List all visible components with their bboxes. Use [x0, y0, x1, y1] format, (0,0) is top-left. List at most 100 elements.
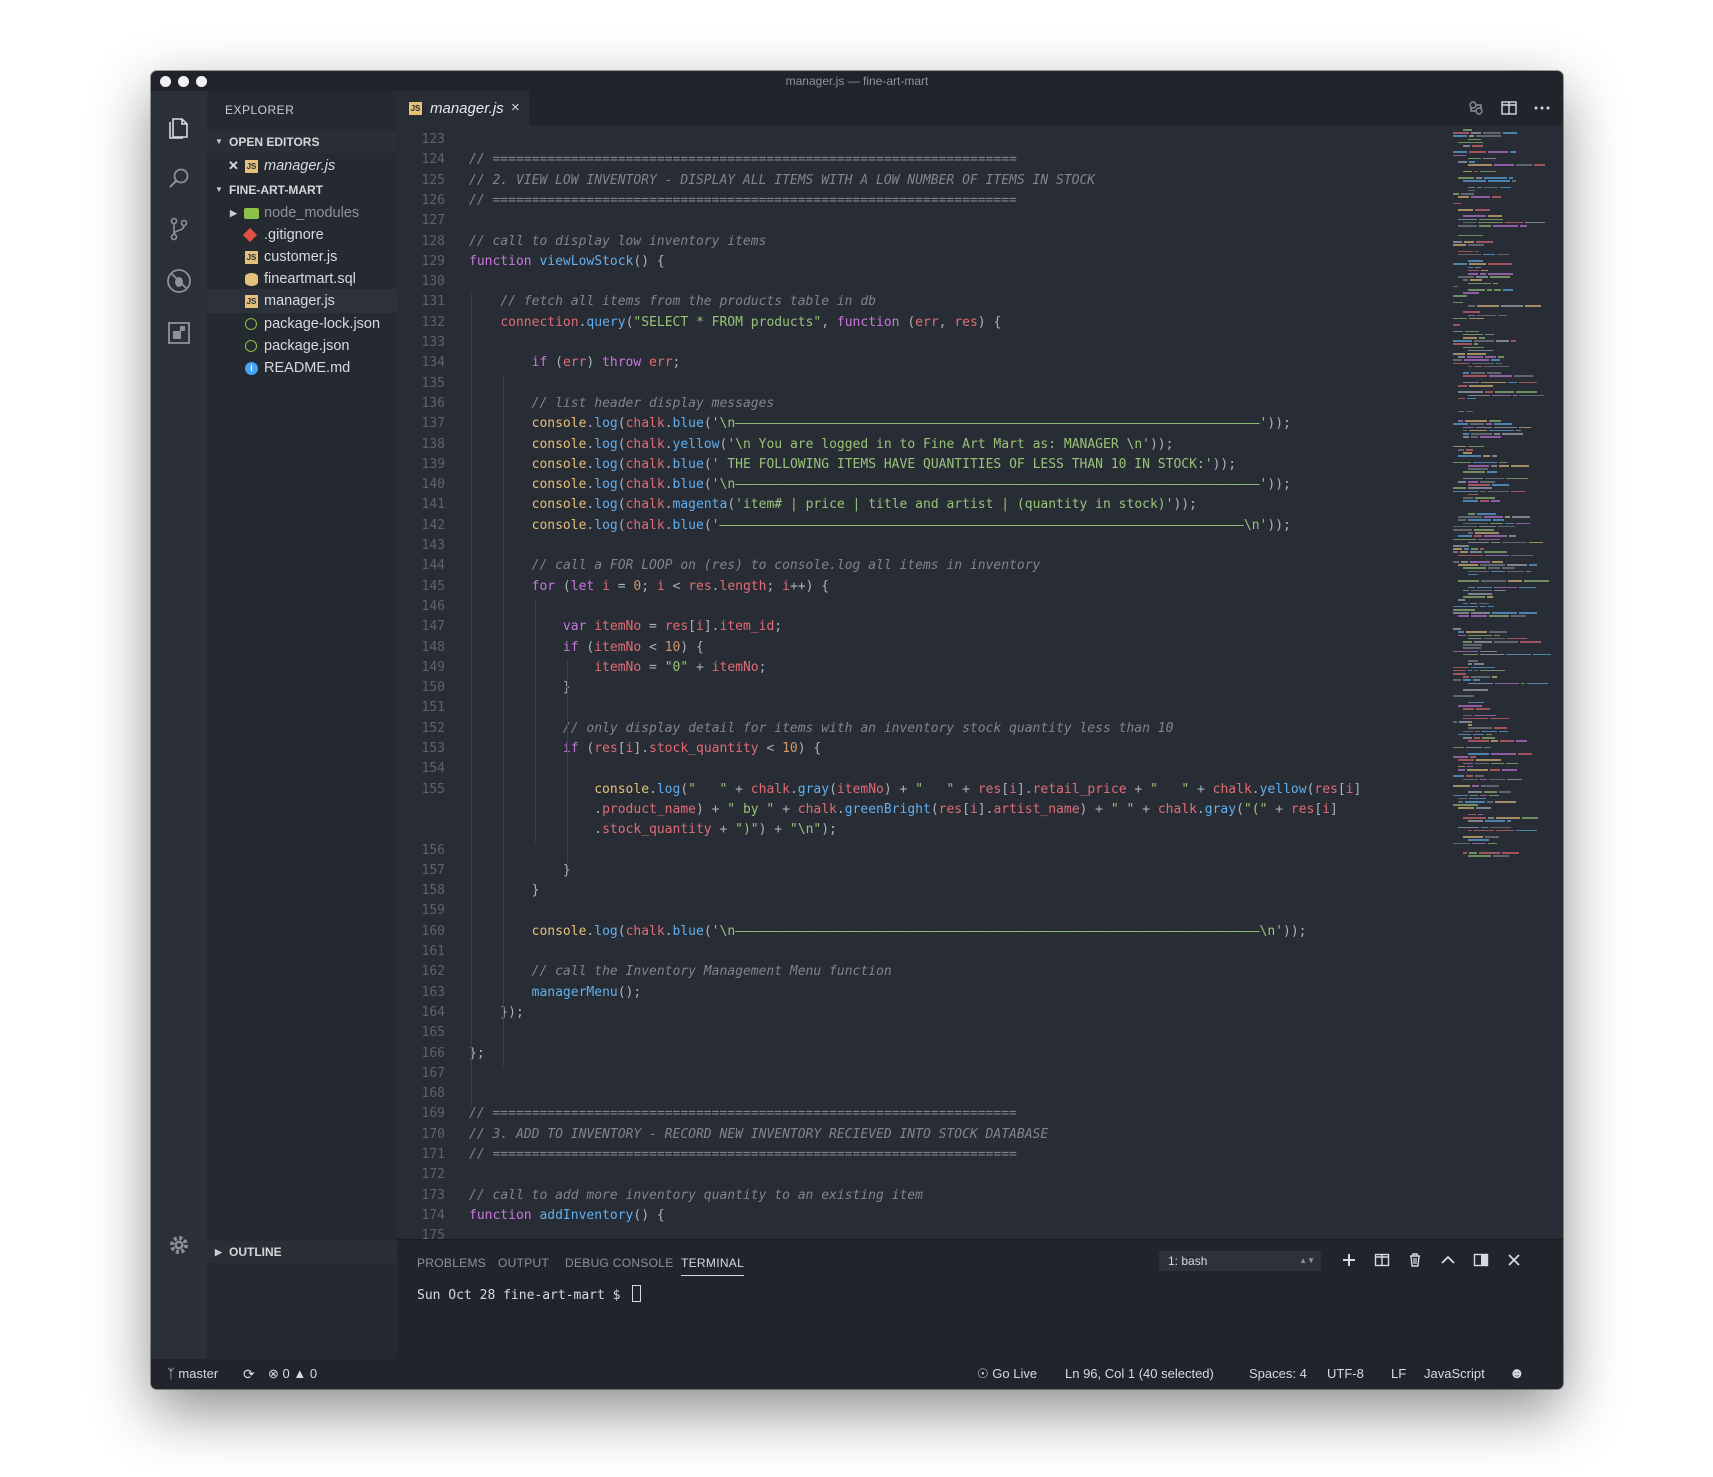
- minimap-line: [1473, 461, 1497, 464]
- debug-icon[interactable]: [165, 267, 193, 295]
- minimap-line: [1463, 215, 1486, 217]
- close-icon[interactable]: ✕: [227, 154, 240, 173]
- source-control-icon[interactable]: [165, 215, 193, 243]
- maximize-window-button[interactable]: [196, 76, 207, 87]
- minimap-line: [1477, 513, 1496, 515]
- line-number: 151: [421, 700, 445, 716]
- minimap-line: [1458, 161, 1467, 163]
- tree-item-node-modules[interactable]: ▶ node_modules: [207, 201, 397, 225]
- minimap-line: [1463, 762, 1473, 765]
- tab-debug-console[interactable]: DEBUG CONSOLE: [565, 1256, 674, 1270]
- chevron-up-icon[interactable]: [1440, 1252, 1456, 1268]
- minimize-window-button[interactable]: [178, 76, 189, 87]
- tree-item-customer-js[interactable]: JS customer.js: [207, 245, 397, 269]
- minimap-line: [1468, 445, 1484, 448]
- minimap-line: [1458, 225, 1477, 227]
- minimap-line: [1478, 221, 1503, 224]
- code-line: console.log(" " + chalk.gray(itemNo) + "…: [594, 781, 1362, 797]
- code-line: console.log(chalk.blue('\n——————————————…: [531, 477, 1291, 493]
- encoding[interactable]: UTF-8: [1327, 1359, 1364, 1389]
- terminal-select[interactable]: 1: bash ▲▼: [1159, 1251, 1321, 1271]
- project-section[interactable]: ▼ FINE-ART-MART: [207, 179, 397, 201]
- tree-item-fineartmart-sql[interactable]: fineartmart.sql: [207, 267, 397, 291]
- tree-item-gitignore[interactable]: .gitignore: [207, 223, 397, 247]
- code-editor[interactable]: 123 124 // ===============================…: [397, 125, 1563, 1239]
- tree-item-readme-md[interactable]: i README.md: [207, 356, 397, 380]
- more-actions-icon[interactable]: [1533, 99, 1551, 117]
- go-live-button[interactable]: ☉ Go Live: [977, 1359, 1037, 1389]
- minimap-line: [1506, 762, 1518, 765]
- tab-terminal[interactable]: TERMINAL: [681, 1256, 745, 1276]
- problems-status[interactable]: ⊗ 0 ▲ 0: [268, 1359, 317, 1389]
- outline-section[interactable]: ▶ OUTLINE: [207, 1241, 397, 1263]
- feedback-smiley-icon[interactable]: ☻: [1509, 1359, 1525, 1389]
- tab-output[interactable]: OUTPUT: [498, 1256, 549, 1270]
- line-ending[interactable]: LF: [1391, 1359, 1406, 1389]
- panel-layout-icon[interactable]: [1473, 1252, 1489, 1268]
- minimap-line: [1492, 612, 1517, 614]
- tab-manager-js[interactable]: JS manager.js ×: [397, 91, 529, 125]
- minimap-line: [1509, 535, 1516, 537]
- files-icon[interactable]: [165, 113, 193, 141]
- minimap-line: [1495, 391, 1514, 393]
- minimap-line: [1453, 324, 1460, 326]
- minimap-line: [1469, 161, 1475, 163]
- minimap-line: [1468, 701, 1484, 704]
- code-line: }: [469, 862, 571, 878]
- split-terminal-icon[interactable]: [1374, 1252, 1390, 1268]
- sync-icon[interactable]: ⟳: [243, 1359, 255, 1389]
- minimap-line: [1511, 615, 1526, 617]
- search-icon[interactable]: [165, 165, 193, 193]
- minimap-line: [1476, 708, 1490, 710]
- minimap-line: [1458, 807, 1474, 809]
- code-line: for (let i = 0; i < res.length; i++) {: [531, 578, 830, 594]
- tree-item-manager-js[interactable]: JS manager.js: [207, 289, 397, 313]
- new-terminal-icon[interactable]: [1341, 1252, 1357, 1268]
- tab-problems[interactable]: PROBLEMS: [417, 1256, 486, 1270]
- trash-icon[interactable]: [1407, 1252, 1423, 1268]
- code-line: console.log(chalk.blue(' THE FOLLOWING I…: [531, 456, 1237, 472]
- open-editor-item[interactable]: ✕ JS manager.js: [207, 154, 397, 178]
- close-panel-icon[interactable]: [1506, 1252, 1522, 1268]
- minimap-line: [1480, 778, 1487, 781]
- minimap-line: [1453, 353, 1465, 355]
- git-branch-icon: ᛉ: [167, 1366, 179, 1381]
- warning-icon: ▲: [289, 1366, 310, 1381]
- extensions-icon[interactable]: [165, 319, 193, 347]
- minimap-line: [1475, 532, 1499, 534]
- open-editors-section[interactable]: ▼ OPEN EDITORS: [207, 131, 397, 153]
- minimap-line: [1470, 794, 1478, 797]
- minimap-line: [1484, 177, 1507, 179]
- tree-item-package-lock-json[interactable]: package-lock.json: [207, 312, 397, 336]
- minimap-line: [1516, 829, 1537, 832]
- minimap-line: [1472, 785, 1479, 787]
- code-line: .product_name) + " by " + chalk.greenBri…: [594, 801, 1338, 817]
- terminal-output[interactable]: Sun Oct 28 fine-art-mart $: [417, 1285, 642, 1303]
- database-icon: [245, 273, 258, 286]
- tab-close-button[interactable]: ×: [511, 99, 520, 116]
- status-bar: ᛉ master ⟳ ⊗ 0 ▲ 0 ☉ Go Live Ln 96, Col …: [151, 1359, 1563, 1389]
- branch-status[interactable]: ᛉ master: [167, 1359, 218, 1389]
- cursor-position[interactable]: Ln 96, Col 1 (40 selected): [1065, 1359, 1214, 1389]
- minimap-line: [1453, 263, 1467, 265]
- minimap-line: [1484, 186, 1498, 189]
- code-line: function addInventory() {: [469, 1207, 665, 1223]
- minimap-line: [1468, 305, 1475, 307]
- minimap[interactable]: [1453, 129, 1563, 869]
- tree-item-package-json[interactable]: package.json: [207, 334, 397, 358]
- minimap-line: [1490, 276, 1510, 278]
- minimap-line: [1468, 637, 1482, 640]
- notification-bell-icon[interactable]: [1540, 1359, 1563, 1389]
- language-mode[interactable]: JavaScript: [1424, 1359, 1485, 1389]
- minimap-line: [1494, 586, 1517, 589]
- close-window-button[interactable]: [160, 76, 171, 87]
- open-changes-icon[interactable]: [1467, 99, 1485, 117]
- minimap-line: [1495, 682, 1519, 685]
- minimap-line: [1453, 154, 1466, 157]
- code-line: }: [469, 883, 540, 899]
- indentation[interactable]: Spaces: 4: [1249, 1359, 1307, 1389]
- gear-icon[interactable]: [165, 1231, 193, 1259]
- minimap-line: [1468, 727, 1492, 729]
- minimap-line: [1468, 634, 1492, 637]
- split-editor-icon[interactable]: [1500, 99, 1518, 117]
